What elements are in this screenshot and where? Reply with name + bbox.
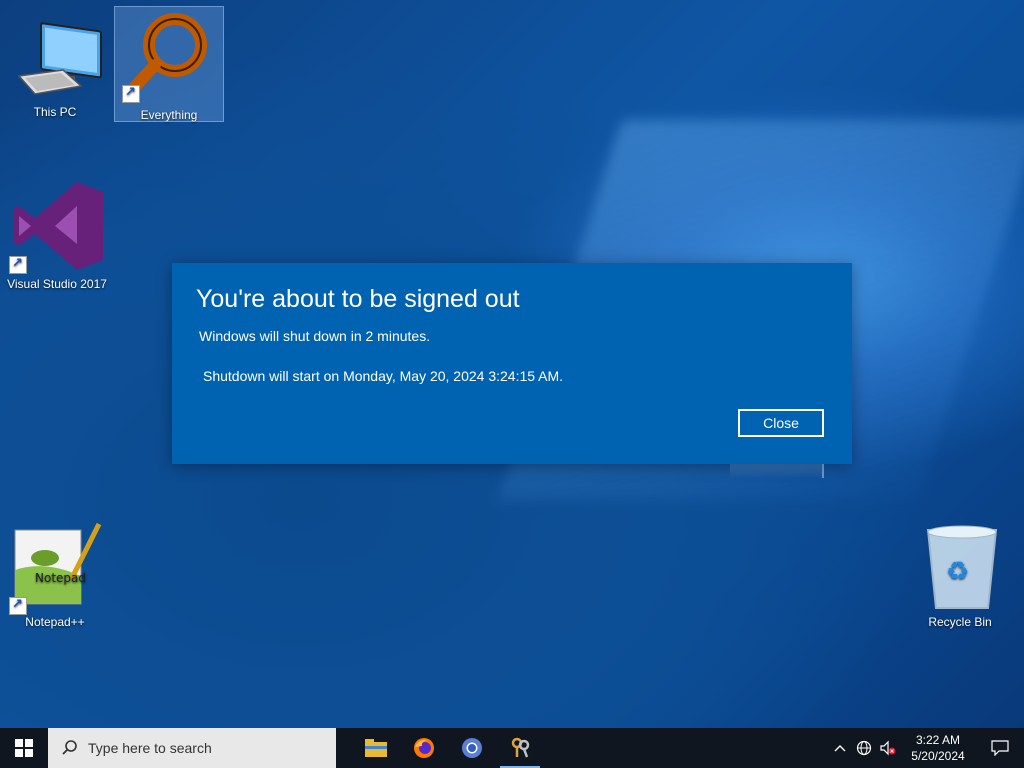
dialog-shadow-edge xyxy=(730,464,824,478)
close-button[interactable]: Close xyxy=(738,409,824,437)
action-center-button[interactable] xyxy=(976,728,1024,768)
desktop: This PC Everything Visual Studio 2017 No… xyxy=(0,0,1024,728)
shortcut-overlay-icon xyxy=(9,255,27,274)
taskbar-search-box[interactable]: Type here to search xyxy=(48,728,336,768)
shortcut-overlay-icon xyxy=(9,596,27,615)
desktop-icon-label: Notepad++ xyxy=(25,615,85,629)
network-globe-icon[interactable] xyxy=(852,728,876,768)
desktop-icon-label: Visual Studio 2017 xyxy=(7,277,107,291)
system-tray: 3:22 AM 5/20/2024 xyxy=(828,728,1024,768)
desktop-icon-label: Recycle Bin xyxy=(928,615,992,629)
computer-icon xyxy=(17,22,102,95)
taskbar-app-chromium[interactable] xyxy=(448,728,496,768)
keys-app-icon xyxy=(511,737,530,758)
file-explorer-icon xyxy=(365,739,387,757)
start-button[interactable] xyxy=(0,728,48,768)
taskbar: Type here to search 3:22 AM 5/20/2024 xyxy=(0,728,1024,768)
show-hidden-icons-chevron-icon[interactable] xyxy=(828,728,852,768)
shortcut-overlay-icon xyxy=(122,84,140,103)
firefox-icon xyxy=(414,738,434,758)
dialog-detail: Shutdown will start on Monday, May 20, 2… xyxy=(203,368,564,384)
volume-muted-icon[interactable] xyxy=(876,728,900,768)
taskbar-app-keys[interactable] xyxy=(496,728,544,768)
search-placeholder: Type here to search xyxy=(88,740,212,756)
desktop-icon-notepad-plus-plus[interactable]: Notepad Notepad++ xyxy=(5,520,105,629)
desktop-icon-visual-studio[interactable]: Visual Studio 2017 xyxy=(5,178,109,291)
desktop-icon-recycle-bin[interactable]: ♻ Recycle Bin xyxy=(910,520,1010,629)
desktop-icon-this-pc[interactable]: This PC xyxy=(5,10,105,122)
clock-date: 5/20/2024 xyxy=(911,749,965,763)
taskbar-app-file-explorer[interactable] xyxy=(352,728,400,768)
dialog-title: You're about to be signed out xyxy=(196,285,520,313)
recycle-bin-icon: ♻ xyxy=(926,525,998,609)
taskbar-clock[interactable]: 3:22 AM 5/20/2024 xyxy=(900,732,976,764)
desktop-icon-everything[interactable]: Everything xyxy=(114,6,224,122)
clock-time: 3:22 AM xyxy=(915,733,961,747)
taskbar-app-firefox[interactable] xyxy=(400,728,448,768)
windows-logo-icon xyxy=(15,739,33,757)
desktop-icon-label: This PC xyxy=(33,105,77,119)
search-icon xyxy=(62,740,77,755)
sign-out-dialog: You're about to be signed out Windows wi… xyxy=(172,263,852,464)
desktop-icon-label: Everything xyxy=(140,108,198,122)
chrome-icon xyxy=(462,738,482,758)
svg-text:♻: ♻ xyxy=(946,557,969,587)
notification-icon xyxy=(991,740,1009,756)
svg-text:Notepad: Notepad xyxy=(35,571,86,585)
dialog-message: Windows will shut down in 2 minutes. xyxy=(199,328,431,344)
